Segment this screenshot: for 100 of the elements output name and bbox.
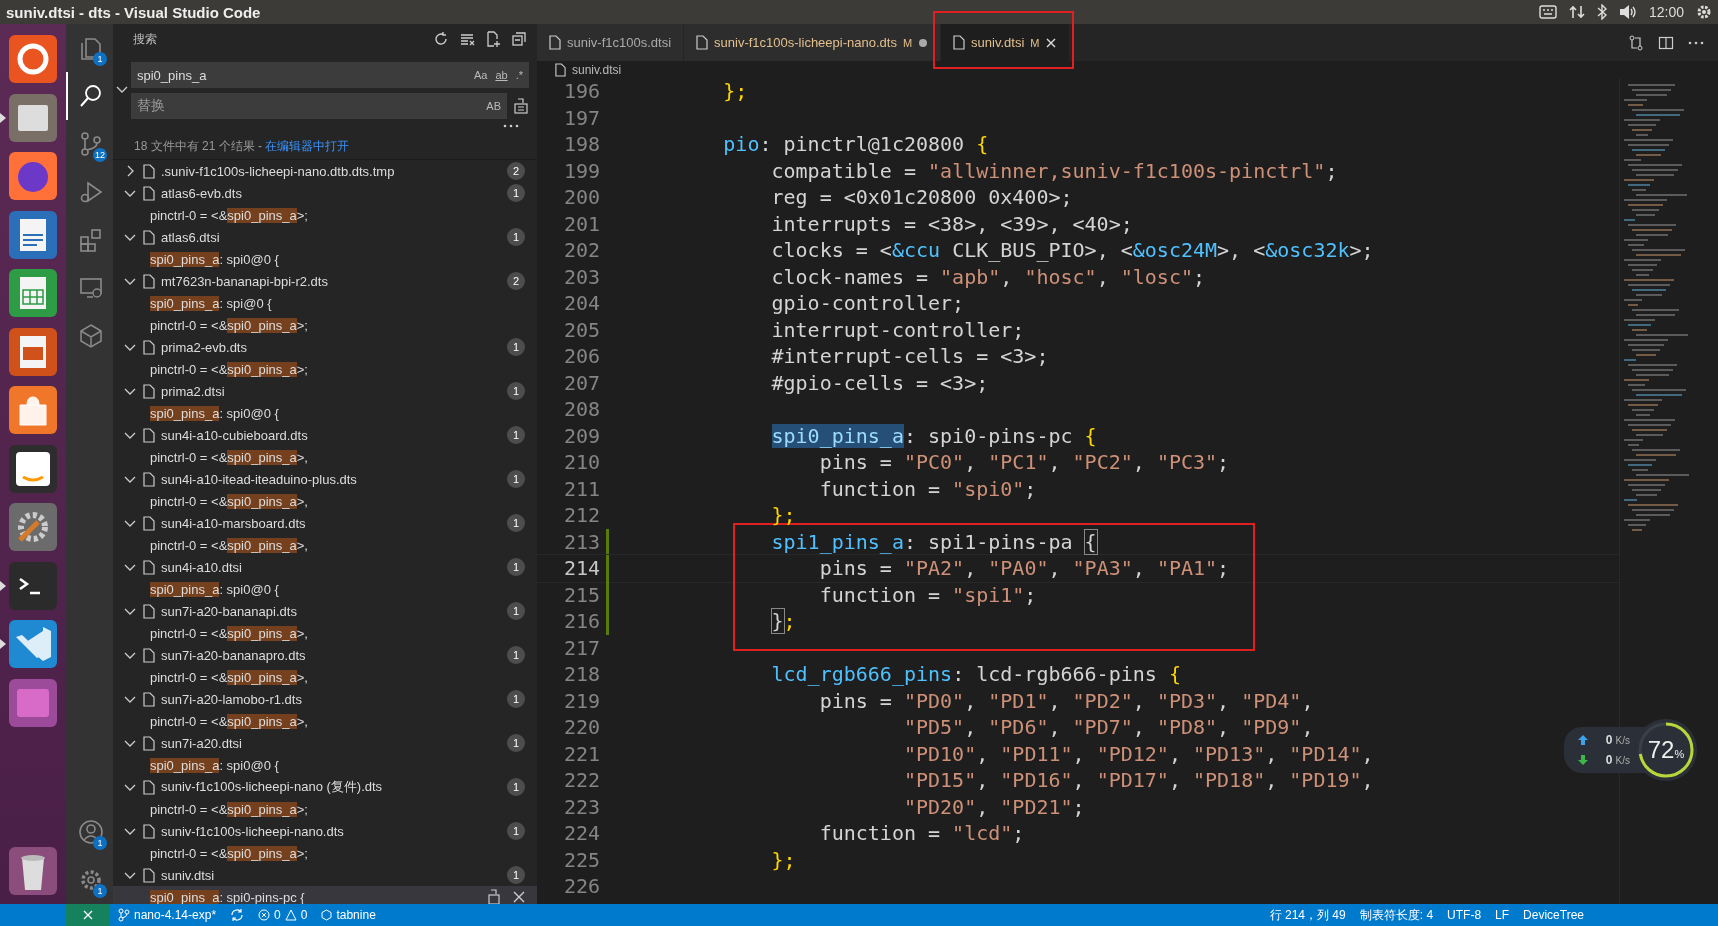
line-number: 198 xyxy=(562,132,600,157)
result-file-row[interactable]: atlas6-evb.dts 1 xyxy=(113,182,537,204)
match-count-badge: 1 xyxy=(507,602,525,620)
match-line[interactable]: pinctrl-0 = <&spi0_pins_a>; xyxy=(150,801,525,817)
match-line[interactable]: pinctrl-0 = <&spi0_pins_a>, xyxy=(150,493,525,509)
result-file-row[interactable]: suniv.dtsi 1 xyxy=(113,864,537,886)
match-line[interactable]: spi0_pins_a: spi0@0 { xyxy=(150,405,525,421)
match-line[interactable]: pinctrl-0 = <&spi0_pins_a>, xyxy=(150,669,525,685)
volume-icon[interactable] xyxy=(1618,4,1637,20)
document-icon[interactable] xyxy=(8,209,58,260)
code-line: pio: pinctrl@1c20800 { xyxy=(722,132,989,157)
replace-field[interactable]: 替换 AB xyxy=(131,93,507,119)
clear-results-icon[interactable] xyxy=(459,31,475,47)
window-icon[interactable] xyxy=(8,677,58,728)
match-count-badge: 1 xyxy=(507,184,525,202)
match-line[interactable]: spi0_pins_a: spi0@0 { xyxy=(150,757,525,773)
search-option[interactable]: .* xyxy=(515,69,523,81)
editor-tab[interactable]: suniv-f1c100s.dtsi xyxy=(537,24,685,61)
settings-icon[interactable] xyxy=(1696,4,1712,20)
branch-icon xyxy=(118,908,130,922)
network-arrows-icon[interactable] xyxy=(1568,4,1585,20)
replace-option[interactable]: AB xyxy=(486,100,501,112)
warning-count[interactable]: 0 xyxy=(300,908,308,922)
match-line[interactable]: pinctrl-0 = <&spi0_pins_a>, xyxy=(150,713,525,729)
status-item[interactable]: 行 214，列 49 xyxy=(1269,906,1346,924)
result-file-row[interactable]: sun7i-a20-bananapro.dts 1 xyxy=(113,644,537,666)
refresh-icon[interactable] xyxy=(433,31,449,47)
result-file-row[interactable]: sun4i-a10-marsboard.dts 1 xyxy=(113,512,537,534)
match-line[interactable]: spi0_pins_a: spi0@0 { xyxy=(150,581,525,597)
branch-name[interactable]: nano-4.14-exp* xyxy=(134,908,217,922)
editor-tab[interactable]: suniv.dtsi M xyxy=(941,24,1071,61)
presentation-icon[interactable] xyxy=(8,326,58,377)
editor-tab[interactable]: suniv-f1c100s-licheepi-nano.dts M xyxy=(684,24,942,61)
result-file-row[interactable]: sun4i-a10-cubieboard.dts 1 xyxy=(113,424,537,446)
status-item[interactable]: DeviceTree xyxy=(1523,908,1584,922)
line-number: 216 xyxy=(562,609,600,634)
match-line[interactable]: spi0_pins_a: spi0@0 { xyxy=(150,251,525,267)
account-icon[interactable] xyxy=(77,819,104,845)
error-count[interactable]: 0 xyxy=(274,908,281,922)
monitor-icon[interactable] xyxy=(77,275,104,301)
more-icon[interactable] xyxy=(1688,40,1704,45)
match-line[interactable]: pinctrl-0 = <&spi0_pins_a>, xyxy=(150,537,525,553)
match-line[interactable]: pinctrl-0 = <&spi0_pins_a>; xyxy=(150,317,525,333)
result-file-row[interactable]: prima2.dtsi 1 xyxy=(113,380,537,402)
search-option[interactable]: Aa xyxy=(473,69,488,81)
hexagon-icon[interactable] xyxy=(77,323,104,349)
search-icon[interactable] xyxy=(77,83,104,109)
results-summary: 18 文件中有 21 个结果 - xyxy=(134,138,264,155)
new-file-icon[interactable] xyxy=(485,31,501,47)
shopping-bag-icon[interactable] xyxy=(8,385,58,436)
open-in-editor-link[interactable]: 在编辑器中打开 xyxy=(265,138,350,155)
keyboard-icon[interactable] xyxy=(1538,5,1557,19)
replace-icon[interactable] xyxy=(487,889,501,904)
tab-label: suniv-f1c100s-licheepi-nano.dts xyxy=(714,35,897,50)
result-file-row[interactable]: suniv-f1c100s-licheepi-nano (复件).dts 1 xyxy=(113,776,537,798)
file-icon xyxy=(549,35,561,50)
result-file-row[interactable]: atlas6.dtsi 1 xyxy=(113,226,537,248)
tabnine-status[interactable]: tabnine xyxy=(336,908,376,922)
split-editor-icon[interactable] xyxy=(1658,34,1674,51)
bluetooth-icon[interactable] xyxy=(1596,4,1607,20)
result-file-row[interactable]: sun7i-a20-lamobo-r1.dts 1 xyxy=(113,688,537,710)
smile-logo-icon[interactable] xyxy=(8,443,58,494)
match-line[interactable]: pinctrl-0 = <&spi0_pins_a>; xyxy=(150,845,525,861)
match-line[interactable]: pinctrl-0 = <&spi0_pins_a>, xyxy=(150,625,525,641)
result-file-row[interactable]: sun4i-a10.dtsi 1 xyxy=(113,556,537,578)
result-file-row[interactable]: sun4i-a10-itead-iteaduino-plus.dts 1 xyxy=(113,468,537,490)
search-option[interactable]: ab xyxy=(495,69,508,81)
result-file-row[interactable]: prima2-evb.dts 1 xyxy=(113,336,537,358)
logo-icon[interactable] xyxy=(8,34,58,85)
wrench-gear-icon[interactable] xyxy=(8,502,58,553)
compare-icon[interactable] xyxy=(1628,34,1644,51)
git-status: M xyxy=(902,36,913,49)
result-file-row[interactable]: mt7623n-bananapi-bpi-r2.dts 2 xyxy=(113,270,537,292)
collapse-all-icon[interactable] xyxy=(511,31,527,47)
close-icon[interactable] xyxy=(1045,36,1058,49)
breadcrumb-item[interactable]: suniv.dtsi xyxy=(572,62,622,77)
result-file-row[interactable]: suniv-f1c100s-licheepi-nano.dts 1 xyxy=(113,820,537,842)
more-icon[interactable] xyxy=(503,124,519,128)
line-number: 222 xyxy=(562,768,600,793)
result-file-row[interactable]: sun7i-a20-bananapi.dts 1 xyxy=(113,600,537,622)
match-line[interactable]: spi0_pins_a: spi@0 { xyxy=(150,295,525,311)
trash-icon[interactable] xyxy=(8,846,58,896)
clock[interactable]: 12:00 xyxy=(1648,4,1684,20)
match-line[interactable]: pinctrl-0 = <&spi0_pins_a>; xyxy=(150,207,525,223)
line-number: 223 xyxy=(562,794,600,819)
result-file-row[interactable]: sun7i-a20.dtsi 1 xyxy=(113,732,537,754)
spreadsheet-icon[interactable] xyxy=(8,268,58,319)
replace-all-icon[interactable] xyxy=(513,98,529,114)
status-item[interactable]: UTF-8 xyxy=(1447,908,1482,922)
status-item[interactable]: LF xyxy=(1495,908,1510,922)
terminal-icon[interactable] xyxy=(8,560,58,611)
extensions-icon[interactable] xyxy=(77,227,104,253)
status-item[interactable]: 制表符长度: 4 xyxy=(1359,906,1434,924)
search-field[interactable]: spi0_pins_a Aa ab .* xyxy=(131,62,529,88)
match-line[interactable]: pinctrl-0 = <&spi0_pins_a>; xyxy=(150,361,525,377)
line-number: 197 xyxy=(562,105,600,130)
sync-icon[interactable] xyxy=(230,908,245,922)
result-file-row[interactable]: .suniv-f1c100s-licheepi-nano.dtb.dts.tmp 2 xyxy=(113,160,537,182)
match-line[interactable]: pinctrl-0 = <&spi0_pins_a>, xyxy=(150,449,525,465)
close-icon[interactable] xyxy=(513,891,525,903)
